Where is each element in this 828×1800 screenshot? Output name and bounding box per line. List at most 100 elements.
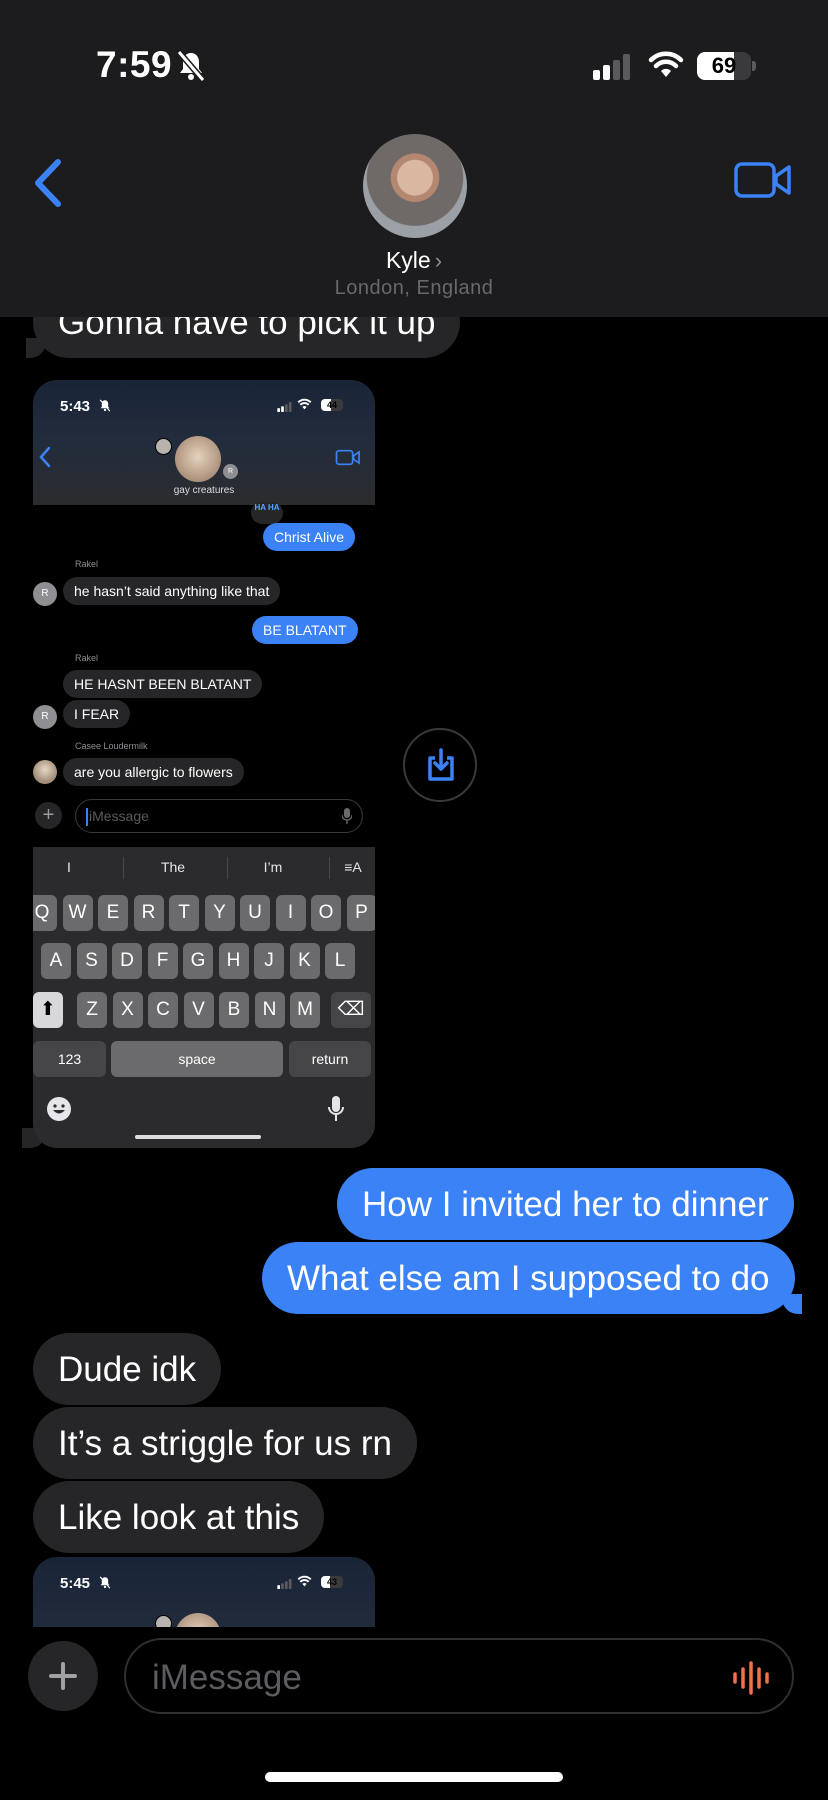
dictation-mic-icon [328, 1096, 344, 1121]
keyboard-key: W [62, 895, 93, 931]
group-name: gay creatures [173, 485, 235, 496]
keyboard-key: U [240, 895, 270, 931]
video-call-icon[interactable] [734, 160, 792, 200]
text-format-icon: ≡A [344, 859, 362, 875]
keyboard-key: V [183, 992, 214, 1028]
keyboard-key: X [112, 992, 143, 1028]
embedded-message-input: iMessage [75, 799, 363, 833]
message-input[interactable]: iMessage [124, 1638, 794, 1714]
keyboard-key: M [290, 992, 320, 1028]
message-received[interactable]: It’s a striggle for us rn [33, 1407, 417, 1479]
status-time: 7:59 [96, 44, 173, 85]
keyboard-key: H [218, 943, 249, 979]
wifi-icon [648, 51, 684, 77]
battery-icon: 43 [321, 1576, 343, 1588]
keyboard-key: G [183, 943, 213, 979]
keyboard-key: N [254, 992, 285, 1028]
embedded-sent-message: Christ Alive [263, 523, 356, 551]
sender-label: Rakel [75, 653, 99, 663]
embedded-received-message: are you allergic to flowers [63, 758, 244, 786]
sender-avatar: R [33, 582, 57, 606]
contact-location: London, England [334, 277, 494, 299]
keyboard-key: C [148, 992, 178, 1028]
sender-label: Rakel [75, 559, 99, 569]
keyboard-key: J [254, 943, 284, 979]
shift-key: ⬆ [33, 992, 63, 1028]
embedded-received-message: he hasn’t said anything like that [63, 577, 281, 605]
image-attachment[interactable]: 5:45 43 [33, 1557, 375, 1627]
message-list[interactable]: Gonna have to pick it up 5:43 44 R gay c… [0, 317, 828, 1627]
group-member-avatar: R [223, 464, 238, 479]
cellular-signal-icon [277, 1579, 292, 1589]
space-key: space [111, 1041, 283, 1077]
keyboard-key: P [346, 895, 375, 931]
message-sent[interactable]: How I invited her to dinner [337, 1168, 794, 1240]
battery-icon: 44 [321, 399, 343, 411]
back-chevron-icon [39, 446, 51, 468]
audio-message-icon[interactable] [732, 1660, 770, 1696]
keyboard-key: Q [33, 895, 57, 931]
contact-name[interactable]: Kyle › [0, 247, 828, 274]
embedded-time: 5:43 [60, 398, 91, 415]
cellular-signal-icon [277, 402, 292, 412]
sender-avatar [33, 760, 57, 784]
embedded-header: 5:43 44 R gay creatures [33, 380, 375, 505]
message-input-placeholder: iMessage [152, 1658, 302, 1697]
keyboard-key: Y [204, 895, 235, 931]
sender-label: Casee Loudermilk [75, 741, 148, 751]
plus-icon: + [35, 802, 62, 829]
home-indicator [135, 1135, 261, 1139]
keyboard-key: I [275, 895, 306, 931]
home-indicator [265, 1772, 563, 1782]
silent-bell-icon [99, 1576, 111, 1589]
keyboard-key: B [219, 992, 249, 1028]
image-attachment[interactable]: 5:43 44 R gay creatures HA HA Christ Ali… [33, 380, 375, 1148]
suggestion: I [67, 859, 71, 875]
silent-bell-icon [99, 399, 111, 412]
delete-key: ⌫ [331, 992, 371, 1028]
group-avatar [175, 1613, 221, 1627]
keyboard-key: L [325, 943, 355, 979]
embedded-time: 5:45 [60, 1575, 91, 1592]
group-avatar [175, 436, 221, 482]
back-chevron-icon[interactable] [30, 158, 70, 208]
wifi-icon [297, 1575, 312, 1587]
wifi-icon [297, 398, 312, 410]
embedded-keyboard: I The I’m ≡A QWERTYUIOPASDFGHJKLZXCVBNM … [33, 847, 375, 1148]
video-call-icon [335, 449, 360, 466]
embedded-sent-message: BE BLATANT [252, 616, 358, 644]
download-icon [428, 748, 454, 781]
keyboard-key: E [98, 895, 128, 931]
suggestion: I’m [263, 859, 283, 875]
keyboard-key: R [133, 895, 164, 931]
suggestion: The [160, 859, 186, 875]
keyboard-key: D [112, 943, 142, 979]
embedded-received-message: I FEAR [63, 700, 131, 728]
keyboard-key: S [76, 943, 107, 979]
message-received[interactable]: Gonna have to pick it up [25, 317, 461, 358]
haha-reaction-badge: HA HA [251, 502, 283, 524]
conversation-header: 7:59 69 Kyle › London, England [0, 0, 828, 317]
microphone-icon [342, 808, 352, 824]
emoji-icon [47, 1097, 71, 1121]
plus-apps-button[interactable] [28, 1641, 98, 1711]
keyboard-key: Z [77, 992, 107, 1028]
return-key: return [289, 1041, 371, 1077]
sender-avatar: R [33, 705, 57, 729]
battery-tip [752, 61, 756, 71]
silent-bell-icon [176, 50, 206, 82]
embedded-received-message: HE HASNT BEEN BLATANT [63, 670, 263, 698]
message-sent[interactable]: What else am I supposed to do [262, 1242, 801, 1314]
keyboard-key: K [289, 943, 320, 979]
battery-icon: 69 [697, 52, 751, 80]
message-received[interactable]: Like look at this [33, 1481, 325, 1553]
message-received[interactable]: Dude idk [33, 1333, 222, 1405]
save-image-button[interactable] [403, 728, 477, 802]
group-member-avatar [155, 1615, 172, 1627]
chevron-right-icon: › [434, 248, 443, 273]
keyboard-key: O [311, 895, 341, 931]
numbers-key: 123 [33, 1041, 106, 1077]
keyboard-key: A [41, 943, 71, 979]
contact-avatar[interactable] [363, 134, 467, 238]
keyboard-key: F [147, 943, 178, 979]
